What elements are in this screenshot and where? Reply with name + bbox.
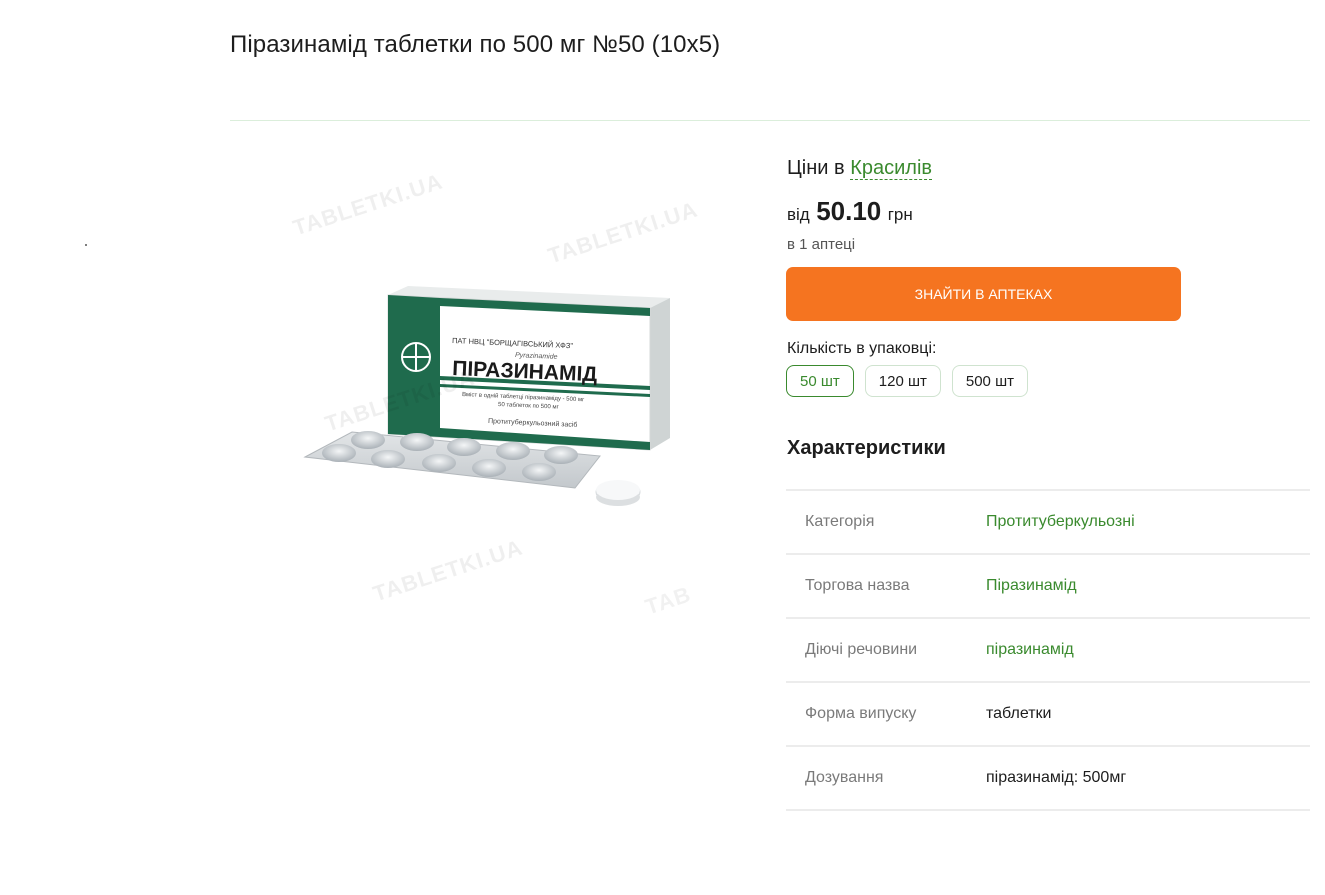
stray-dot	[85, 244, 87, 246]
table-row: Дозування піразинамід: 500мг	[786, 747, 1310, 811]
table-row: Категорія Протитуберкульозні	[786, 491, 1310, 555]
characteristic-key: Діючі речовини	[805, 641, 918, 658]
active-substance-link[interactable]: піразинамід	[986, 641, 1074, 659]
price-value: 50.10	[816, 196, 882, 226]
product-image[interactable]: TABLETKI.UA TABLETKI.UA TABLETKI.UA TABL…	[230, 150, 750, 630]
trade-name-link[interactable]: Піразинамід	[986, 577, 1077, 595]
package-option-500[interactable]: 500 шт	[951, 365, 1028, 397]
price-currency: грн	[887, 205, 913, 224]
table-row: Діючі речовини піразинамід	[786, 619, 1310, 683]
prices-label: Ціни в	[787, 157, 845, 179]
package-option-120[interactable]: 120 шт	[864, 365, 941, 397]
package-size-options: 50 шт 120 шт 500 шт	[786, 365, 1028, 397]
title-divider	[230, 120, 1310, 121]
price-block: від 50.10 грн	[787, 196, 913, 227]
release-form-value: таблетки	[986, 705, 1052, 722]
find-in-pharmacies-button[interactable]: ЗНАЙТИ В АПТЕКАХ	[786, 267, 1181, 321]
pharmacy-availability: в 1 аптеці	[787, 236, 856, 253]
table-row: Форма випуску таблетки	[786, 683, 1310, 747]
city-selector-link[interactable]: Красилів	[850, 157, 933, 180]
characteristic-key: Форма випуску	[805, 705, 917, 722]
page-title: Піразинамід таблетки по 500 мг №50 (10х5…	[230, 31, 721, 58]
price-from-label: від	[787, 205, 810, 224]
package-size-label: Кількість в упаковці:	[787, 340, 937, 357]
characteristic-key: Торгова назва	[805, 577, 910, 594]
characteristic-key: Категорія	[805, 513, 875, 530]
characteristics-heading: Характеристики	[787, 437, 946, 459]
characteristic-key: Дозування	[805, 769, 884, 786]
package-option-50[interactable]: 50 шт	[786, 365, 854, 397]
dosage-value: піразинамід: 500мг	[986, 769, 1127, 786]
category-link[interactable]: Протитуберкульозні	[986, 513, 1135, 531]
prices-heading: Ціни в Красилів	[787, 157, 933, 180]
table-row: Торгова назва Піразинамід	[786, 555, 1310, 619]
characteristics-table: Категорія Протитуберкульозні Торгова наз…	[786, 489, 1310, 811]
